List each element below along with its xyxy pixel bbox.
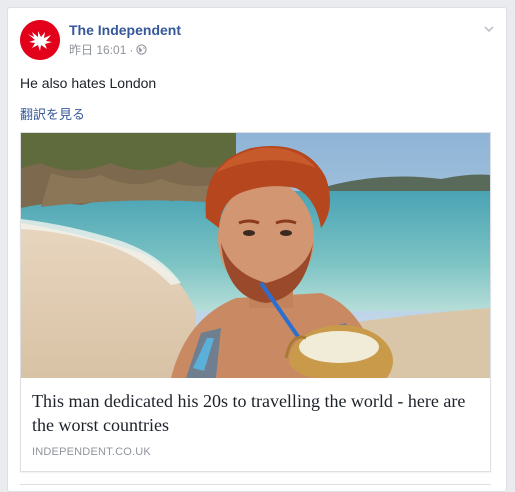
globe-icon [136,44,148,55]
link-domain: INDEPENDENT.CO.UK [32,446,151,458]
divider [20,484,491,485]
page-avatar[interactable] [20,20,60,60]
post-header: The Independent 昨日 16:01 · [20,20,494,60]
chevron-down-icon[interactable] [482,22,496,36]
link-preview-image[interactable] [21,133,490,378]
news-feed-post: The Independent 昨日 16:01 · He also hates… [7,7,507,492]
see-translation-link[interactable]: 翻訳を見る [20,104,85,123]
meta-separator: · [129,42,134,57]
post-timestamp[interactable]: 昨日 16:01 [69,41,126,58]
shared-link-card[interactable]: This man dedicated his 20s to travelling… [20,132,491,472]
link-headline[interactable]: This man dedicated his 20s to travelling… [32,389,472,437]
post-message: He also hates London [20,75,157,91]
eagle-logo-icon [20,20,60,60]
post-meta: 昨日 16:01 · [69,41,148,58]
page-name-link[interactable]: The Independent [69,22,181,38]
